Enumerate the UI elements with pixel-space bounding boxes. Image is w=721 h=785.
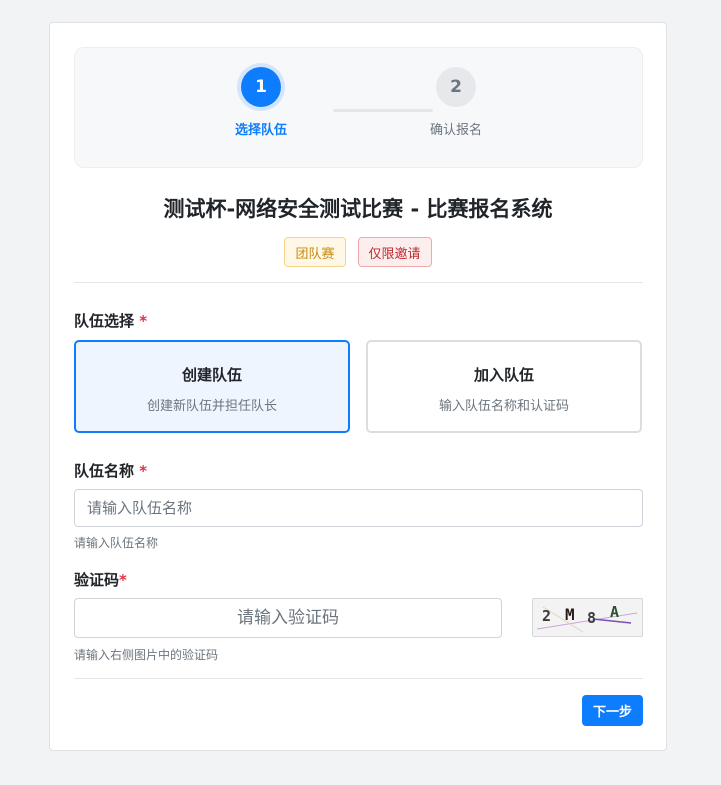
captcha-char: M: [565, 605, 575, 624]
divider: [74, 678, 643, 679]
required-mark: *: [119, 571, 127, 589]
captcha-char: 2: [542, 607, 551, 625]
required-mark: *: [139, 312, 148, 330]
required-mark: *: [139, 462, 148, 480]
captcha-input[interactable]: [74, 598, 502, 638]
captcha-label: 验证码*: [74, 569, 127, 590]
team-name-label: 队伍名称 *: [74, 460, 147, 481]
join-team-option[interactable]: 加入队伍 输入队伍名称和认证码: [366, 340, 642, 433]
captcha-label-text: 验证码: [74, 571, 120, 589]
captcha-char: A: [610, 603, 619, 621]
create-team-title: 创建队伍: [181, 366, 242, 384]
team-name-label-text: 队伍名称: [74, 462, 135, 480]
captcha-help: 请输入右侧图片中的验证码: [74, 648, 219, 662]
step-indicator: 1 选择队伍 2 确认报名: [74, 47, 643, 168]
badge-group: 团队赛 仅限邀请: [50, 237, 666, 267]
team-name-help: 请输入队伍名称: [74, 536, 159, 550]
join-team-desc: 输入队伍名称和认证码: [438, 399, 569, 414]
create-team-desc: 创建新队伍并担任队长: [146, 399, 277, 414]
step-2-circle: 2: [436, 67, 476, 107]
step-1-circle: 1: [241, 67, 281, 107]
step-1-label: 选择队伍: [234, 123, 287, 138]
registration-card: 1 选择队伍 2 确认报名 测试杯-网络安全测试比赛 - 比赛报名系统 团队赛 …: [49, 22, 667, 751]
page-title: 测试杯-网络安全测试比赛 - 比赛报名系统: [163, 197, 553, 221]
step-2: 2 确认报名: [406, 67, 506, 138]
team-choice-label: 队伍选择 *: [74, 310, 147, 331]
team-choice-label-text: 队伍选择: [74, 312, 135, 330]
captcha-graphic: 2 M 8 A: [536, 603, 638, 633]
join-team-title: 加入队伍: [473, 366, 534, 384]
divider: [74, 282, 643, 283]
create-team-option[interactable]: 创建队伍 创建新队伍并担任队长: [74, 340, 350, 433]
captcha-char: 8: [587, 609, 596, 627]
step-1: 1 选择队伍: [211, 67, 311, 138]
team-name-input[interactable]: [74, 489, 643, 527]
captcha-image[interactable]: 2 M 8 A: [532, 598, 643, 637]
next-button[interactable]: 下一步: [582, 695, 643, 726]
invite-only-badge: 仅限邀请: [357, 237, 432, 267]
team-match-badge: 团队赛: [284, 237, 346, 267]
step-2-label: 确认报名: [429, 123, 482, 138]
